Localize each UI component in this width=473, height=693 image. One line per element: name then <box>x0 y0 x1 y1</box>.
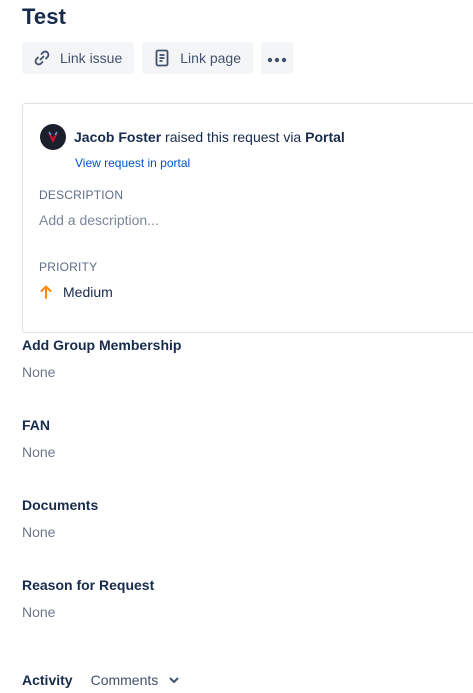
link-icon <box>32 48 52 68</box>
field-value[interactable]: None <box>22 524 98 540</box>
description-field[interactable]: Add a description... <box>39 212 159 228</box>
field-value[interactable]: None <box>22 444 55 460</box>
request-details-card: Jacob Foster raised this request via Por… <box>22 103 473 333</box>
priority-medium-icon <box>39 285 53 299</box>
requester-name[interactable]: Jacob Foster <box>74 129 161 145</box>
view-request-in-portal-link[interactable]: View request in portal <box>75 156 190 170</box>
activity-filter-value: Comments <box>90 672 159 688</box>
activity-filter-dropdown[interactable]: Comments <box>91 672 181 688</box>
field-label: Add Group Membership <box>22 337 182 353</box>
description-label: DESCRIPTION <box>39 188 124 202</box>
issue-title: Test <box>22 4 67 29</box>
activity-section: Activity Comments <box>22 672 180 688</box>
field-label: Documents <box>22 497 99 513</box>
avatar-image <box>48 131 58 143</box>
activity-label: Activity <box>22 672 73 688</box>
priority-label: PRIORITY <box>39 260 98 274</box>
chevron-down-icon <box>168 674 180 686</box>
link-issue-label: Link issue <box>60 50 123 66</box>
priority-field[interactable]: Medium <box>39 284 113 300</box>
link-page-label: Link page <box>180 50 241 66</box>
avatar[interactable] <box>40 124 66 150</box>
link-page-button[interactable]: Link page <box>142 42 253 74</box>
issue-toolbar: Link issue Link page <box>22 42 293 74</box>
field-fan: FAN None <box>22 417 55 460</box>
field-documents: Documents None <box>22 497 98 540</box>
field-reason-for-request: Reason for Request None <box>22 577 154 620</box>
requester-row: Jacob Foster raised this request via Por… <box>40 124 345 150</box>
field-value[interactable]: None <box>22 364 181 380</box>
priority-value: Medium <box>63 284 113 300</box>
more-icon <box>267 50 287 66</box>
more-actions-button[interactable] <box>260 42 293 74</box>
link-issue-button[interactable]: Link issue <box>22 42 135 74</box>
raised-text: raised this request via <box>161 129 306 145</box>
field-label: FAN <box>22 417 50 433</box>
field-label: Reason for Request <box>22 577 155 593</box>
field-value[interactable]: None <box>22 604 154 620</box>
page-icon <box>152 48 172 68</box>
field-add-group-membership: Add Group Membership None <box>22 337 181 380</box>
request-channel: Portal <box>305 129 345 145</box>
